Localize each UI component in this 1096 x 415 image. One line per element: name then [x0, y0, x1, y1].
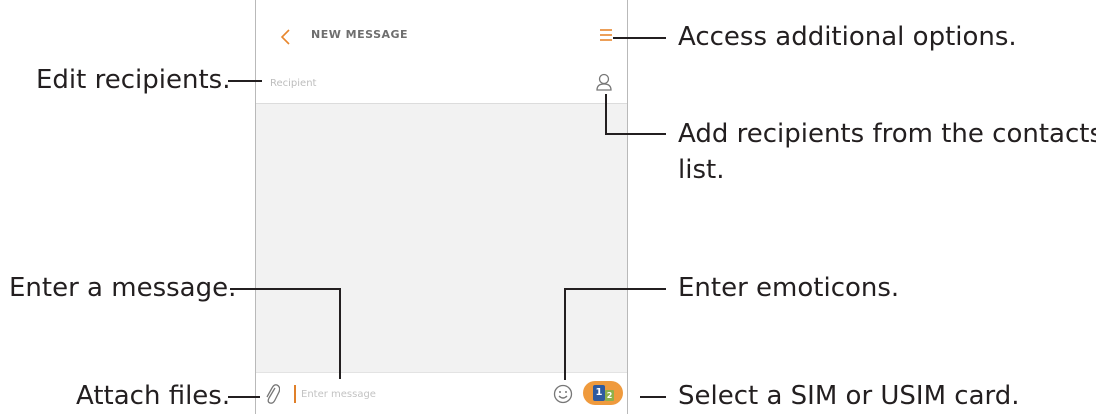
callout-add-recipients-line2: list. — [678, 155, 725, 185]
callout-attach-files: Attach files. — [76, 381, 231, 411]
callout-edit-recipients: Edit recipients. — [36, 65, 231, 95]
callout-enter-emoticons: Enter emoticons. — [678, 273, 900, 303]
callout-select-sim: Select a SIM or USIM card. — [678, 381, 1020, 411]
callout-enter-message: Enter a message. — [9, 273, 237, 303]
callout-access-options: Access additional options. — [678, 22, 1017, 52]
callout-add-recipients-line1: Add recipients from the contacts — [678, 119, 1096, 149]
